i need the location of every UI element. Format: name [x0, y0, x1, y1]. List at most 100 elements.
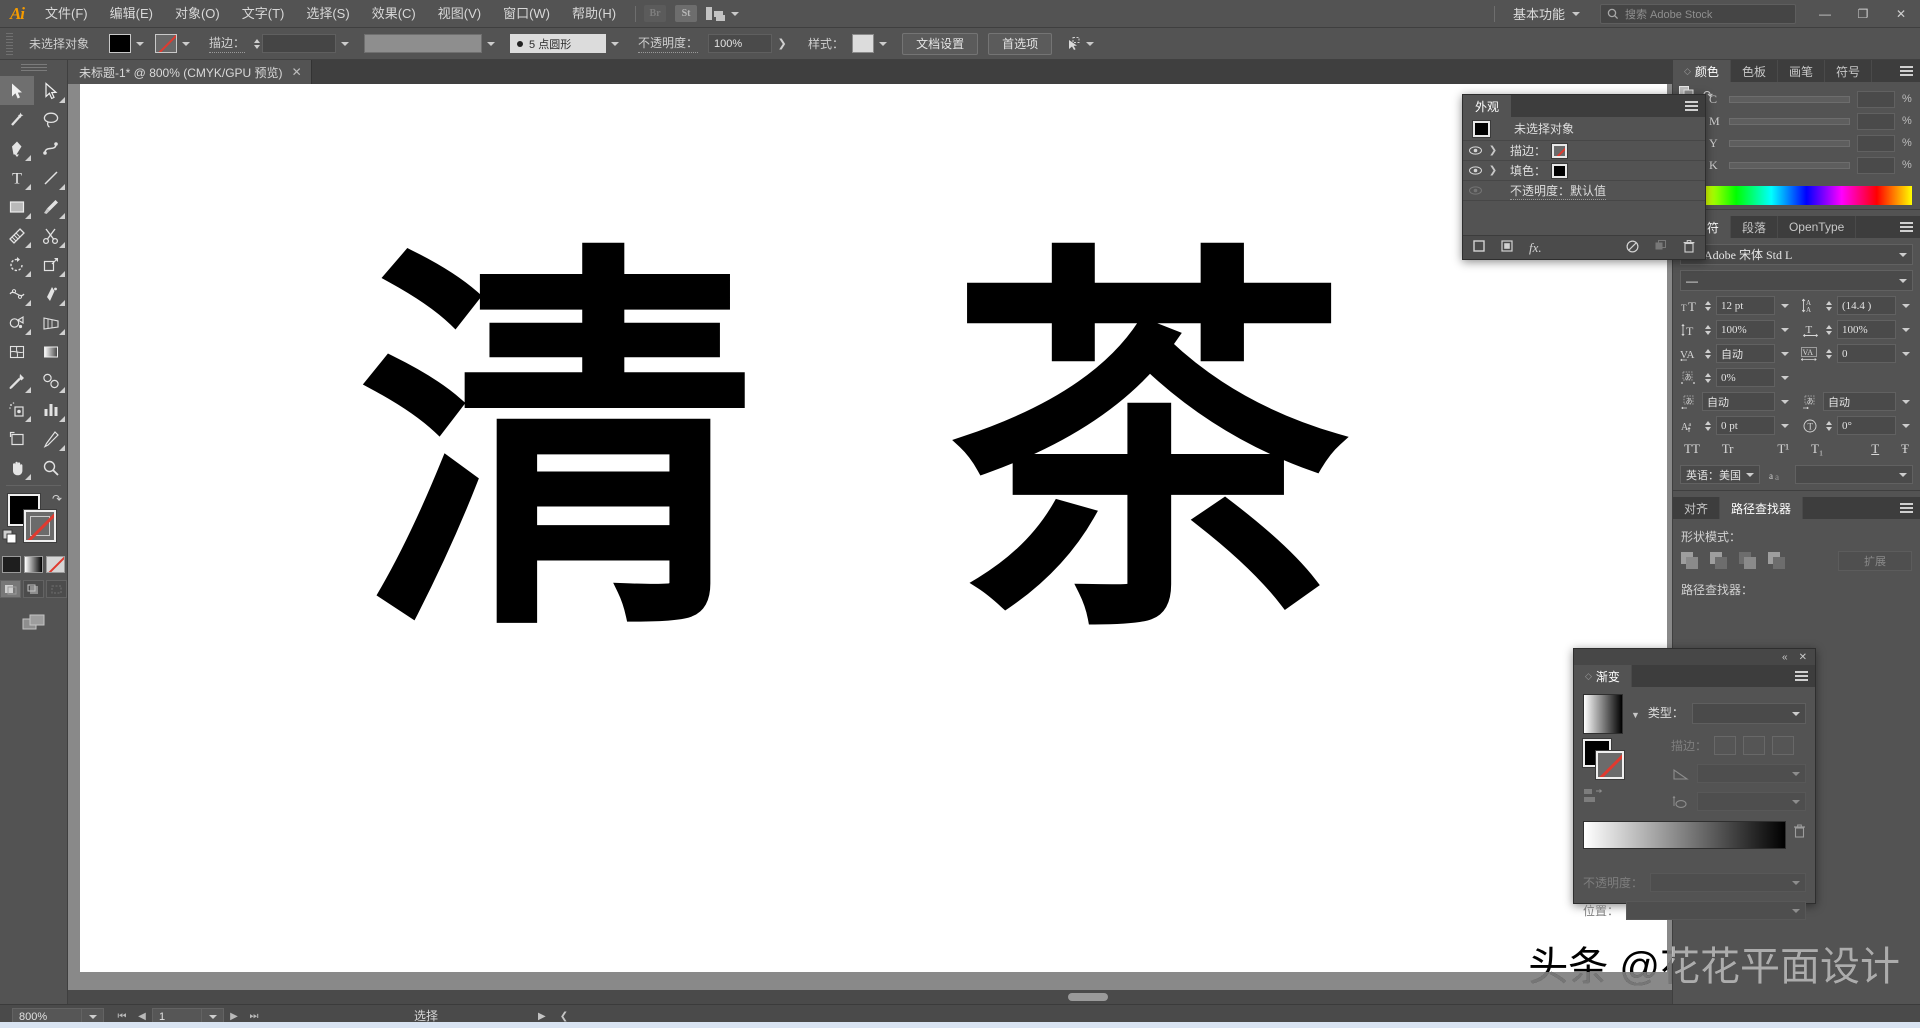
shape-builder-tool[interactable] — [0, 308, 34, 337]
draw-normal-mode[interactable] — [0, 580, 21, 598]
tsume-control[interactable]: あ 0% — [1680, 368, 1792, 387]
preferences-button[interactable]: 首选项 — [988, 32, 1053, 55]
fill-expand-chevron-icon[interactable]: ❯ — [1488, 165, 1498, 176]
gradient-preview-swatch[interactable] — [1583, 694, 1623, 734]
kerning-control[interactable]: VA 自动 — [1680, 344, 1792, 363]
channel-slider-k[interactable] — [1729, 161, 1850, 169]
stroke-chevron-down-icon[interactable] — [177, 34, 195, 53]
tracking-stepper[interactable] — [1823, 344, 1834, 363]
stroke-weight-field[interactable] — [262, 34, 337, 53]
tab-brushes[interactable]: 画笔 — [1778, 60, 1825, 82]
opacity-label[interactable]: 不透明度： — [638, 34, 699, 53]
brush-chevron-down-icon[interactable] — [606, 34, 624, 53]
vertical-scale-control[interactable]: T 100% — [1680, 320, 1792, 339]
character-rotation-control[interactable]: T 0° — [1801, 416, 1913, 435]
tab-color[interactable]: ◇ 颜色 — [1673, 60, 1731, 82]
channel-value-m[interactable] — [1857, 112, 1895, 130]
canvas-scroll-thumb[interactable] — [1068, 993, 1108, 1001]
appearance-fill-swatch[interactable] — [1551, 162, 1569, 179]
menu-item-object[interactable]: 对象(O) — [164, 0, 231, 28]
minimize-button[interactable]: — — [1806, 0, 1844, 28]
scale-tool[interactable] — [34, 250, 68, 279]
leading-control[interactable]: AA (14.4 ) — [1801, 296, 1913, 315]
appearance-target-swatch[interactable] — [1472, 119, 1491, 138]
kerning-stepper[interactable] — [1702, 344, 1713, 363]
gradient-panel-titlebar[interactable]: « ✕ — [1574, 649, 1815, 665]
pathfinder-panel-menu-icon[interactable] — [1900, 503, 1913, 513]
font-style-select[interactable]: — — [1680, 270, 1913, 291]
baseline-shift-stepper[interactable] — [1702, 416, 1713, 435]
tracking-control[interactable]: VA 0 — [1801, 344, 1913, 363]
intersect-icon[interactable] — [1739, 552, 1757, 570]
status-flyout-icon[interactable]: ▶ — [538, 1011, 546, 1022]
tab-symbols[interactable]: 符号 — [1825, 60, 1872, 82]
swap-fill-stroke-icon[interactable]: ↷ — [52, 492, 62, 506]
tools-panel-grip[interactable] — [20, 64, 47, 73]
column-graph-tool[interactable] — [34, 395, 68, 424]
stroke-swatch-none[interactable] — [155, 34, 178, 53]
color-mode-none[interactable] — [46, 556, 65, 573]
menu-item-help[interactable]: 帮助(H) — [561, 0, 627, 28]
direct-selection-tool[interactable] — [34, 76, 68, 105]
menu-item-edit[interactable]: 编辑(E) — [99, 0, 164, 28]
add-new-fill-icon[interactable] — [1501, 240, 1513, 255]
gradient-slider[interactable] — [1583, 821, 1786, 849]
color-panel-menu-icon[interactable] — [1900, 66, 1913, 76]
color-mode-gradient[interactable] — [24, 556, 43, 573]
tab-align[interactable]: 对齐 — [1673, 497, 1721, 519]
pen-tool[interactable] — [0, 134, 34, 163]
gradient-aspect-field[interactable] — [1697, 792, 1806, 811]
style-swatch[interactable] — [852, 34, 875, 53]
eyedropper-tool[interactable] — [0, 366, 34, 395]
tsume-field[interactable]: 0% — [1716, 368, 1775, 387]
selection-tool[interactable] — [0, 76, 34, 105]
tab-swatches[interactable]: 色板 — [1731, 60, 1778, 82]
opacity-flyout-icon[interactable]: ❯ — [772, 37, 792, 50]
stroke-gradient-along-icon[interactable] — [1743, 736, 1766, 755]
glyph-qing[interactable]: 清 — [359, 248, 759, 648]
menu-item-window[interactable]: 窗口(W) — [492, 0, 561, 28]
toolbar-stroke-swatch-none[interactable] — [23, 509, 57, 543]
language-select[interactable]: 英语：美国 — [1680, 465, 1760, 484]
tsume-chevron-down-icon[interactable] — [1778, 376, 1792, 380]
tab-appearance[interactable]: 外观 — [1463, 95, 1512, 117]
status-collapse-icon[interactable]: ❮ — [560, 1011, 568, 1022]
font-family-row[interactable]: Adobe 宋体 Std L — [1680, 244, 1913, 265]
font-size-stepper[interactable] — [1702, 296, 1713, 315]
channel-row-c[interactable]: C % — [1709, 88, 1912, 110]
arrange-chevron-down-icon[interactable] — [731, 11, 740, 16]
aki-before-chevron-down-icon[interactable] — [1778, 400, 1792, 404]
stroke-gradient-within-icon[interactable] — [1714, 736, 1737, 755]
horizontal-scale-field[interactable]: 100% — [1837, 320, 1896, 339]
character-rotation-stepper[interactable] — [1823, 416, 1834, 435]
leading-stepper[interactable] — [1823, 296, 1834, 315]
artboard[interactable]: 清 茶 — [80, 84, 1667, 972]
stroke-control[interactable] — [155, 34, 195, 53]
stroke-profile-dropdown[interactable] — [364, 34, 483, 53]
opacity-visibility-icon[interactable] — [1469, 184, 1482, 197]
change-screen-mode-icon[interactable] — [0, 614, 67, 631]
canvas-horizontal-scrollbar[interactable] — [68, 990, 1672, 1004]
leading-field[interactable]: (14.4 ) — [1837, 296, 1896, 315]
fill-control[interactable] — [109, 34, 149, 53]
menu-item-file[interactable]: 文件(F) — [34, 0, 99, 28]
brush-definition-dropdown[interactable]: 5 点圆形 — [510, 34, 607, 53]
appearance-stroke-swatch[interactable] — [1551, 142, 1569, 159]
menu-item-type[interactable]: 文字(T) — [231, 0, 296, 28]
font-size-field[interactable]: 12 pt — [1716, 296, 1775, 315]
menu-item-select[interactable]: 选择(S) — [295, 0, 360, 28]
shaper-tool[interactable] — [0, 221, 34, 250]
stroke-gradient-across-icon[interactable] — [1772, 736, 1795, 755]
default-fill-stroke-icon[interactable] — [2, 529, 18, 548]
delete-gradient-stop-icon[interactable] — [1793, 824, 1806, 841]
mesh-tool[interactable] — [0, 337, 34, 366]
channel-row-k[interactable]: K % — [1709, 154, 1912, 176]
menu-item-view[interactable]: 视图(V) — [427, 0, 492, 28]
glyph-cha[interactable]: 茶 — [949, 248, 1349, 648]
stroke-profile-chevron-down-icon[interactable] — [482, 34, 500, 53]
stroke-expand-chevron-icon[interactable]: ❯ — [1488, 145, 1498, 156]
strikethrough-button[interactable]: Ŧ — [1901, 441, 1909, 457]
vertical-scale-chevron-down-icon[interactable] — [1778, 328, 1792, 332]
horizontal-scale-stepper[interactable] — [1823, 320, 1834, 339]
artboard-tool[interactable] — [0, 424, 34, 453]
